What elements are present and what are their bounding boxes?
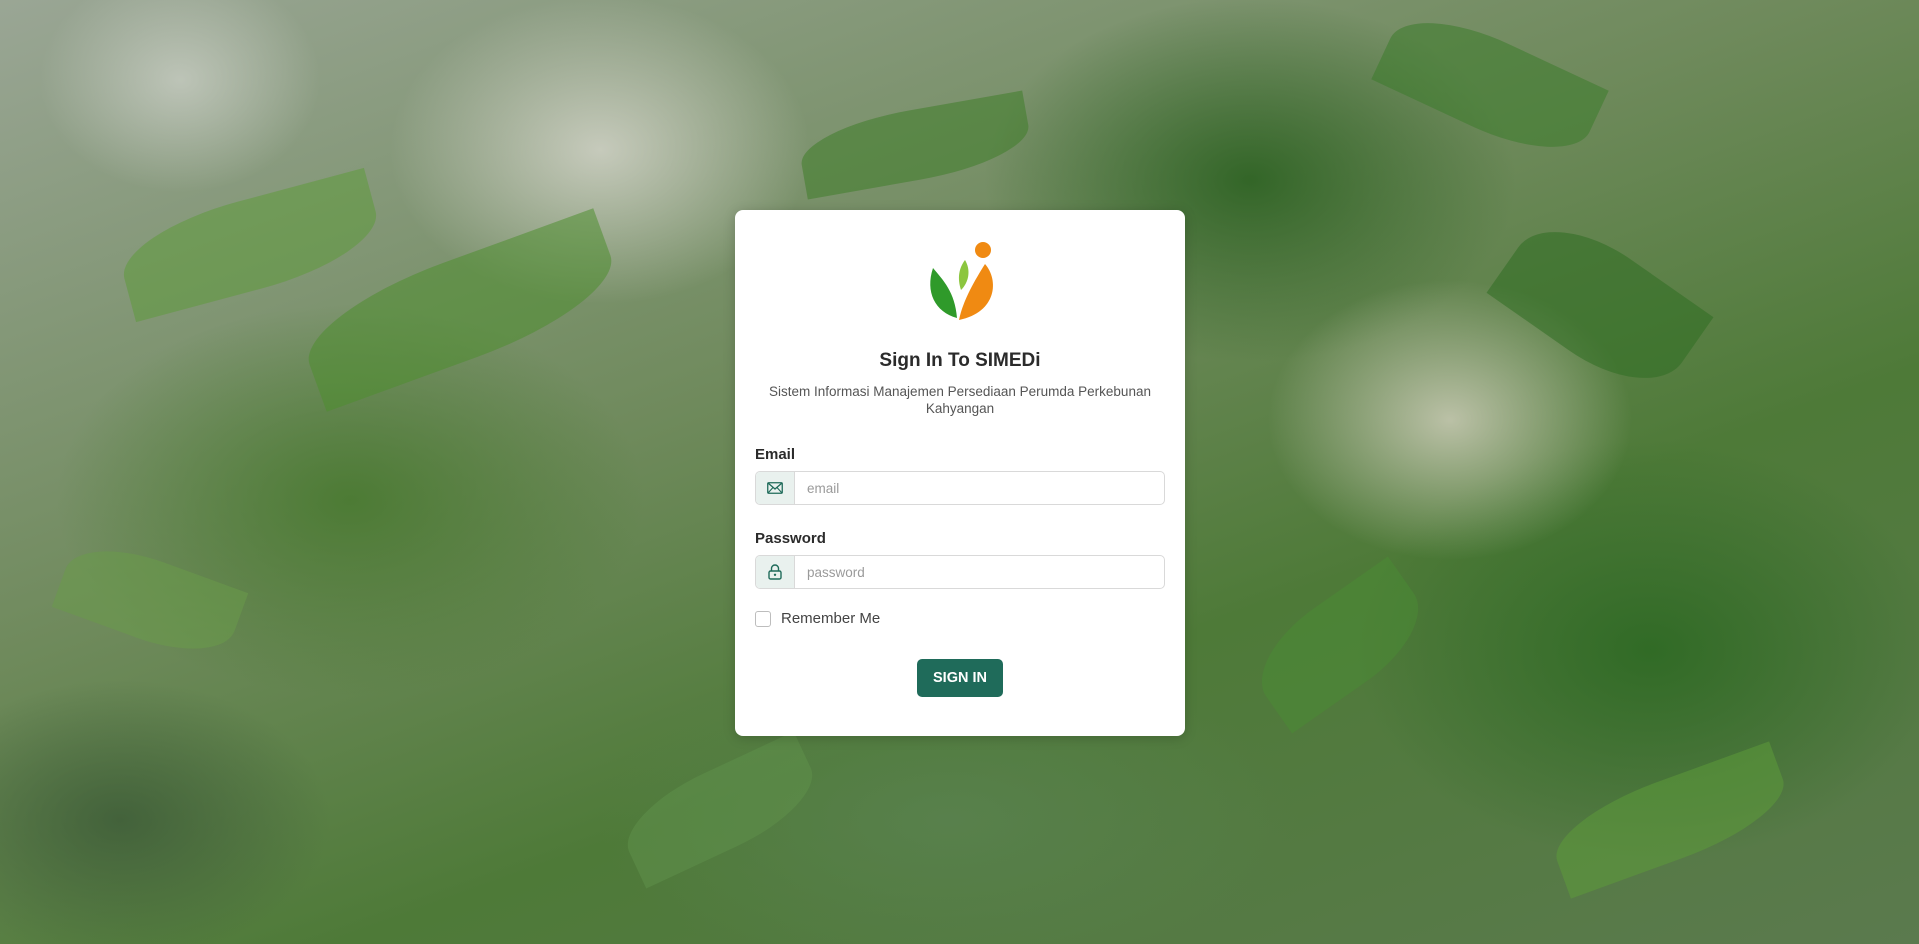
email-field[interactable] — [795, 472, 1164, 504]
email-input-group — [755, 471, 1165, 505]
remember-me-checkbox[interactable] — [755, 610, 771, 627]
page-title: Sign In To SIMEDi — [879, 350, 1041, 371]
remember-me-label: Remember Me — [781, 610, 881, 627]
login-card: Sign In To SIMEDi Sistem Informasi Manaj… — [735, 210, 1185, 736]
envelope-icon — [756, 472, 795, 504]
remember-me[interactable]: Remember Me — [755, 610, 880, 627]
password-input-group — [755, 555, 1165, 589]
password-field[interactable] — [795, 556, 1164, 588]
page-subtitle: Sistem Informasi Manajemen Persediaan Pe… — [769, 384, 1151, 416]
leaf-sprout-logo-icon — [930, 242, 993, 320]
lock-icon — [756, 556, 795, 588]
email-label: Email — [755, 446, 796, 463]
password-label: Password — [755, 530, 826, 547]
sign-in-button[interactable]: SIGN IN — [917, 659, 1003, 697]
